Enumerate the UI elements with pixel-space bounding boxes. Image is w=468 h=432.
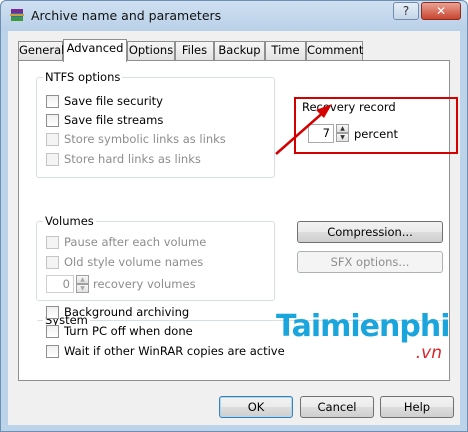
help-button[interactable]: Help [380,396,454,418]
background-archiving-checkbox[interactable]: Background archiving [46,304,189,320]
watermark-domain-text: .vn [415,343,442,363]
tab-options[interactable]: Options [127,41,175,60]
checkbox-label: Old style volume names [64,255,204,269]
pause-after-volume-checkbox[interactable]: Pause after each volume [46,234,206,250]
checkbox-box[interactable] [46,305,59,319]
sfx-options-button-label: SFX options... [330,255,410,269]
checkbox-box[interactable] [46,324,59,338]
spin-down-icon[interactable]: ▼ [76,284,89,293]
watermark-logo: Taimienphi .vn [276,309,454,365]
checkbox-label: Turn PC off when done [64,324,193,338]
checkbox-box[interactable] [46,235,59,249]
ok-button[interactable]: OK [219,396,293,418]
tab-general[interactable]: General [18,41,64,60]
compression-button[interactable]: Compression... [297,221,443,243]
save-file-streams-checkbox[interactable]: Save file streams [46,112,163,128]
help-button-label: Help [403,400,431,414]
title-help-button[interactable]: ? [393,2,419,20]
ntfs-options-group: NTFS options Save file security Save fil… [36,70,275,178]
checkbox-box[interactable] [46,94,59,108]
save-file-security-checkbox[interactable]: Save file security [46,93,163,109]
checkbox-label: Save file streams [64,113,164,127]
volumes-group: Volumes Pause after each volume Old styl… [36,214,275,301]
compression-button-label: Compression... [327,225,413,239]
ntfs-options-label: NTFS options [43,70,123,84]
turn-pc-off-checkbox[interactable]: Turn PC off when done [46,323,193,339]
tab-advanced[interactable]: Advanced [63,39,127,62]
recovery-volumes-label: recovery volumes [93,277,196,291]
checkbox-label: Store hard links as links [64,152,201,166]
checkbox-box[interactable] [46,255,59,269]
title-close-button[interactable]: ✕ [421,2,461,20]
cancel-button-label: Cancel [317,400,357,414]
ok-button-label: OK [247,400,265,414]
store-hard-links-checkbox[interactable]: Store hard links as links [46,151,201,167]
wait-other-copies-checkbox[interactable]: Wait if other WinRAR copies are active [46,343,285,359]
volumes-label: Volumes [43,214,96,228]
annotation-arrow-icon [275,104,332,155]
recovery-volumes-spinner[interactable]: ▲ ▼ [76,275,89,293]
title-bar[interactable]: Archive name and parameters ? ✕ [1,1,467,31]
spin-up-icon[interactable]: ▲ [76,275,89,284]
recovery-volumes-input[interactable]: 0 [46,275,74,293]
checkbox-label: Pause after each volume [64,235,207,249]
store-symbolic-links-checkbox[interactable]: Store symbolic links as links [46,131,226,147]
tab-files[interactable]: Files [175,41,214,60]
checkbox-label: Wait if other WinRAR copies are active [64,344,285,358]
window-title: Archive name and parameters [31,8,222,23]
checkbox-label: Save file security [64,94,163,108]
dialog-client: General Advanced Options Files Backup Ti… [8,31,460,425]
checkbox-box[interactable] [46,152,59,166]
checkbox-label: Background archiving [64,305,190,319]
checkbox-box[interactable] [46,113,59,127]
tab-comment[interactable]: Comment [306,41,363,60]
watermark-main-text: Taimienphi [276,309,450,344]
tab-time[interactable]: Time [265,41,306,60]
winrar-icon [10,9,24,21]
checkbox-box[interactable] [46,132,59,146]
checkbox-label: Store symbolic links as links [64,132,226,146]
checkbox-box[interactable] [46,344,59,358]
dialog-window: Archive name and parameters ? ✕ General … [0,0,468,432]
sfx-options-button[interactable]: SFX options... [297,251,443,273]
tab-backup[interactable]: Backup [214,41,265,60]
cancel-button[interactable]: Cancel [300,396,374,418]
old-style-volume-names-checkbox[interactable]: Old style volume names [46,254,203,270]
